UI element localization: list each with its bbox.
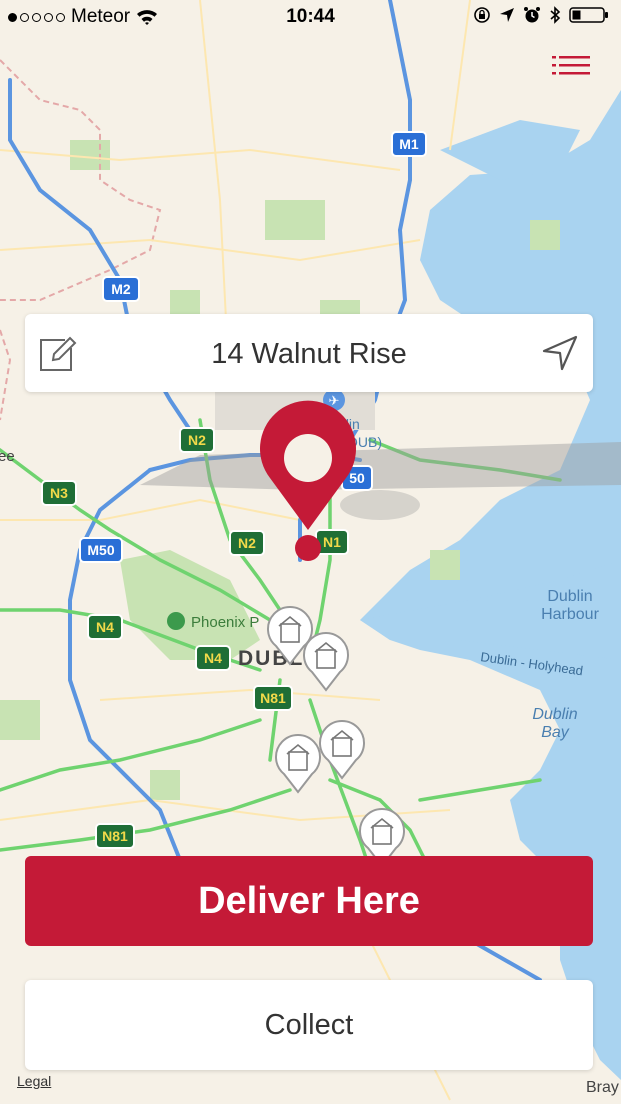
collect-button[interactable]: Collect [25,980,593,1070]
road-shield-n2: N2 [179,427,215,453]
svg-text:50: 50 [349,470,365,486]
status-right [473,6,609,24]
svg-text:✈: ✈ [329,393,340,408]
road-shield-n2: N2 [229,530,265,556]
status-bar: Meteor 10:44 [0,0,621,36]
map-label-bray: Bray [586,1079,619,1096]
alarm-icon [524,7,540,23]
road-shield-m50: M50 [79,537,123,563]
svg-text:N4: N4 [204,650,222,666]
location-arrow-icon [500,8,514,22]
road-shield-n3: N3 [41,480,77,506]
map-label-dublin-bay: Dublin [532,706,577,723]
current-location-icon[interactable] [541,334,579,372]
svg-text:N4: N4 [96,619,114,635]
map-label-dublin-bay: Bay [541,724,570,741]
svg-text:N81: N81 [260,690,286,706]
svg-text:M1: M1 [399,136,419,152]
road-shield-n1: N1 [315,529,349,555]
legal-link[interactable]: Legal [17,1073,51,1089]
svg-text:N2: N2 [188,432,206,448]
battery-icon [569,7,608,23]
address-bar[interactable]: 14 Walnut Rise [25,314,593,392]
menu-icon[interactable] [552,55,590,81]
svg-text:N81: N81 [102,828,128,844]
deliver-here-button[interactable]: Deliver Here [25,856,593,946]
svg-text:N2: N2 [238,535,256,551]
road-shield-n81: N81 [253,685,293,711]
edit-icon[interactable] [37,334,77,374]
map-label-dublin-harbour: Dublin [547,588,592,605]
svg-text:N1: N1 [323,534,341,550]
svg-text:M50: M50 [87,542,114,558]
svg-text:M2: M2 [111,281,131,297]
bluetooth-icon [550,6,561,24]
map-label-dublin-harbour: Harbour [541,606,599,623]
map-label-left-edge: ee [0,448,15,465]
road-shield-n4: N4 [195,645,231,671]
map-label-phoenix-park: Phoenix P [191,614,259,631]
road-shield-m2: M2 [102,276,140,302]
svg-text:N3: N3 [50,485,68,501]
road-shield-n4: N4 [87,614,123,640]
road-shield-m1: M1 [391,131,427,157]
road-shield-n81: N81 [95,823,135,849]
orientation-lock-icon [474,7,490,23]
address-text[interactable]: 14 Walnut Rise [95,338,523,371]
